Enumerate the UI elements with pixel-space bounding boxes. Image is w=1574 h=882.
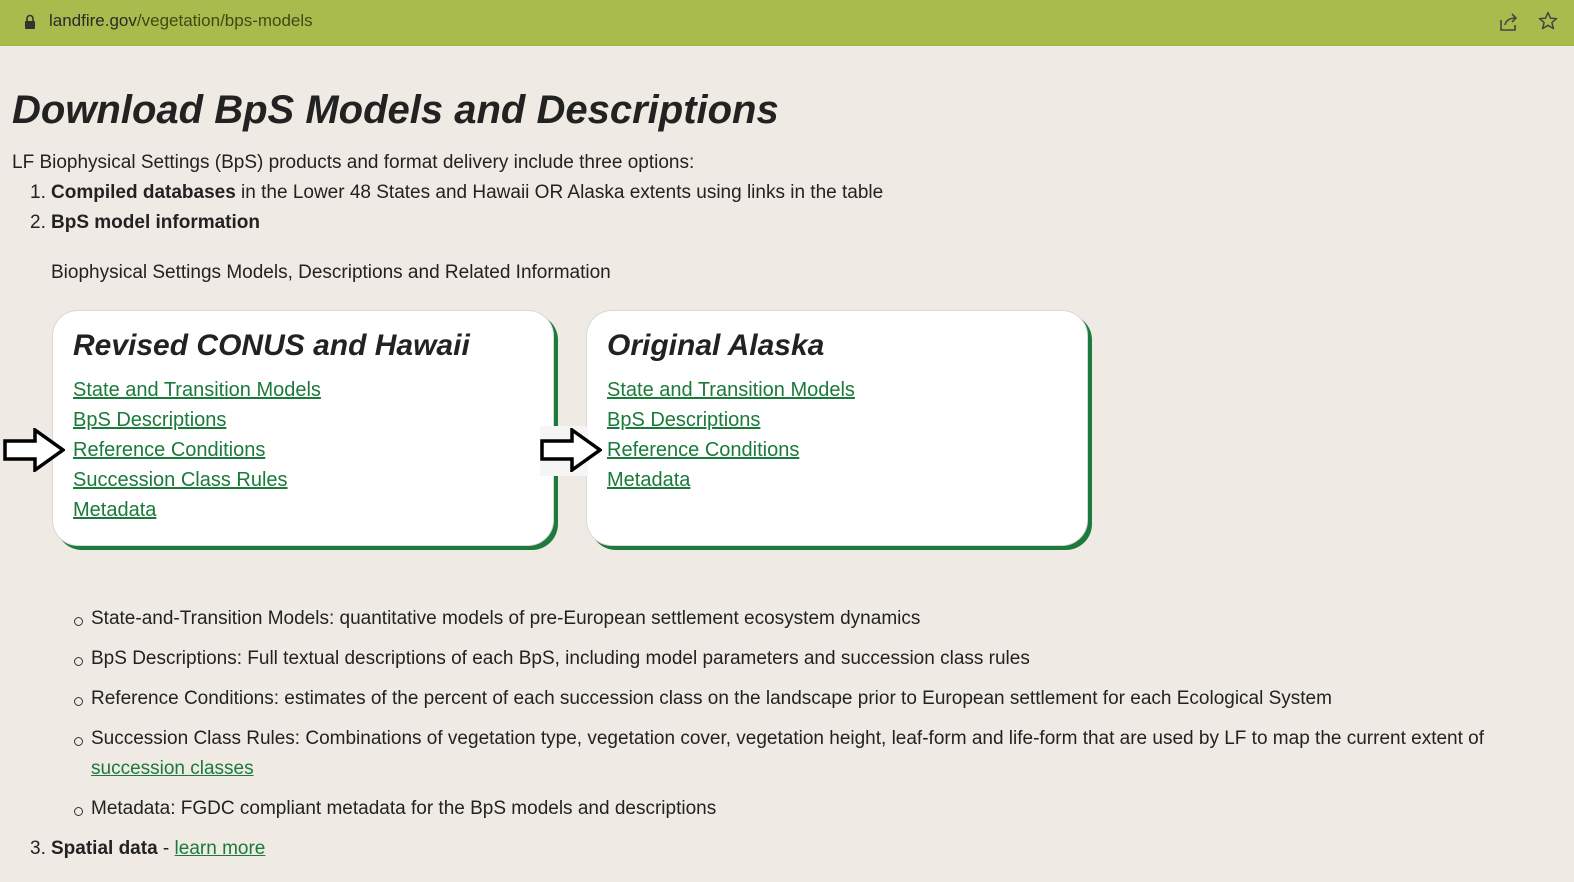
arrow-right-icon (540, 428, 602, 472)
link-succession-class-rules[interactable]: Succession Class Rules (73, 469, 288, 492)
definition-succession-class-rules: Succession Class Rules: Combinations of … (91, 728, 1485, 749)
address-bar[interactable]: landfire.gov/vegetation/bps-models (0, 0, 1574, 44)
arrow-right-icon (3, 428, 65, 472)
lock-icon[interactable] (24, 14, 36, 30)
link-bps-descriptions[interactable]: BpS Descriptions (73, 409, 226, 432)
bullet-icon (74, 697, 83, 706)
list-item-bold: Spatial data (51, 838, 158, 859)
list-item-bold: Compiled databases (51, 182, 236, 203)
list-item-bps-model-info: BpS model information (51, 212, 260, 234)
definition-metadata: Metadata: FGDC compliant metadata for th… (91, 798, 717, 819)
cards-caption: Biophysical Settings Models, Description… (51, 262, 611, 283)
definition-state-transition: State-and-Transition Models: quantitativ… (91, 608, 921, 629)
link-bps-descriptions[interactable]: BpS Descriptions (607, 409, 760, 432)
list-item-spatial-data: Spatial data - learn more (51, 838, 265, 860)
star-icon[interactable] (1538, 11, 1558, 31)
card-title: Revised CONUS and Hawaii (73, 329, 470, 362)
link-state-transition-models[interactable]: State and Transition Models (73, 379, 321, 402)
page-title: Download BpS Models and Descriptions (12, 88, 779, 132)
link-learn-more[interactable]: learn more (175, 838, 266, 859)
link-reference-conditions[interactable]: Reference Conditions (73, 439, 265, 462)
url-host: landfire.gov (49, 11, 137, 30)
definition-bps-descriptions: BpS Descriptions: Full textual descripti… (91, 648, 1030, 669)
list-item-text: - (157, 838, 175, 859)
share-icon[interactable] (1499, 12, 1519, 32)
list-item-compiled-databases: Compiled databases in the Lower 48 State… (51, 182, 883, 204)
link-state-transition-models[interactable]: State and Transition Models (607, 379, 855, 402)
bullet-icon (74, 657, 83, 666)
definition-reference-conditions: Reference Conditions: estimates of the p… (91, 688, 1332, 709)
list-number: 3. (30, 838, 46, 859)
list-item-text: in the Lower 48 States and Hawaii OR Ala… (235, 182, 884, 203)
intro-text: LF Biophysical Settings (BpS) products a… (12, 152, 695, 173)
link-metadata[interactable]: Metadata (73, 499, 156, 522)
card-original-alaska: Original Alaska State and Transition Mod… (586, 310, 1088, 546)
url-path: /vegetation/bps-models (136, 11, 313, 30)
list-number: 1. (30, 182, 46, 203)
link-succession-classes[interactable]: succession classes (91, 758, 254, 780)
bullet-icon (74, 807, 83, 816)
link-reference-conditions[interactable]: Reference Conditions (607, 439, 799, 462)
card-title: Original Alaska (607, 329, 825, 362)
card-revised-conus-hawaii: Revised CONUS and Hawaii State and Trans… (52, 310, 554, 546)
list-number: 2. (30, 212, 46, 233)
url-text[interactable]: landfire.gov/vegetation/bps-models (49, 11, 313, 31)
bullet-icon (74, 617, 83, 626)
list-item-bold: BpS model information (51, 212, 260, 233)
bullet-icon (74, 737, 83, 746)
link-metadata[interactable]: Metadata (607, 469, 690, 492)
